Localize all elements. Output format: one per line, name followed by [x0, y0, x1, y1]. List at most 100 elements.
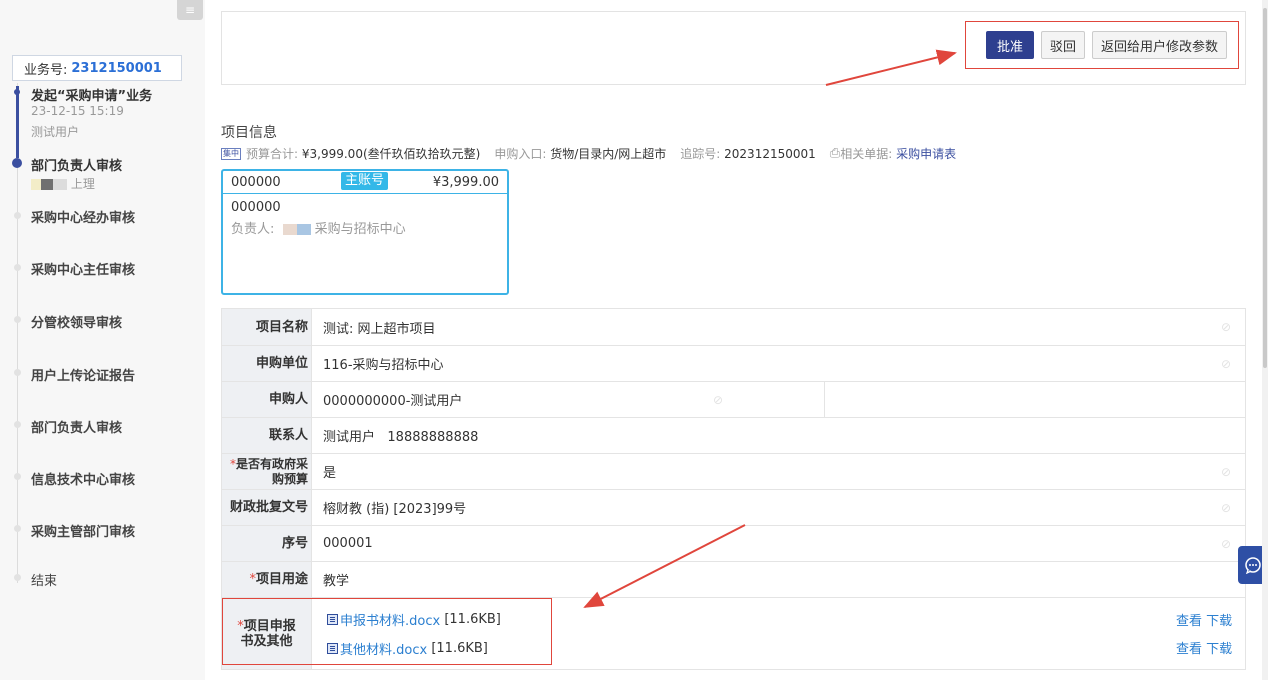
view-link[interactable]: 查看 [1176, 642, 1202, 657]
divider [824, 382, 825, 417]
step-title-end: 结束 [31, 574, 58, 589]
centralized-tag: 集中 [221, 147, 241, 160]
step-dot [14, 212, 21, 219]
account-amount: ¥3,999.00 [432, 174, 499, 190]
row-applicant: 申购人 0000000000-测试用户 ⊘ [221, 382, 1246, 418]
sidebar: ≡ 业务号: 2312150001 发起“采购申请”业务 23-12-15 15… [0, 0, 205, 680]
disabled-icon: ⊘ [1220, 500, 1231, 515]
business-number-box: 业务号: 2312150001 [12, 55, 182, 81]
serial-label: 序号 [222, 526, 312, 561]
usage-label: *项目用途 [222, 562, 312, 597]
usage-label-text: 项目用途 [255, 572, 308, 587]
print-icon: ⎙ [829, 146, 841, 161]
entry-value: 货物/目录内/网上超市 [550, 147, 667, 161]
trace-label: 追踪号: [680, 147, 721, 161]
account-card-body: 000000 负责人: 采购与招标中心 [223, 194, 507, 243]
row-project-name: 项目名称 测试: 网上超市项目 ⊘ [221, 308, 1246, 346]
disabled-icon: ⊘ [712, 392, 723, 407]
step-user-current: 上理 [31, 175, 95, 192]
row-usage: *项目用途 教学 [221, 562, 1246, 598]
approval-label: 财政批复文号 [222, 490, 312, 525]
step-title: 采购中心主任审核 [31, 263, 136, 278]
project-name-label: 项目名称 [222, 309, 312, 345]
applicant-field: 0000000000-测试用户 ⊘ [312, 382, 1245, 417]
scrollbar-thumb[interactable] [1263, 8, 1267, 368]
step-dot [14, 421, 21, 428]
download-link[interactable]: 下载 [1206, 614, 1232, 629]
download-link[interactable]: 下载 [1206, 642, 1232, 657]
related-link[interactable]: 采购申请表 [896, 145, 956, 162]
project-meta: 集中 预算合计: ¥3,999.00(叁仟玖佰玖拾玖元整) 申购入口: 货物/目… [221, 145, 956, 162]
serial-value: 000001 [323, 536, 373, 551]
step-dot [14, 316, 21, 323]
row-serial: 序号 000001 ⊘ [221, 526, 1246, 562]
step-time: 23-12-15 15:19 [31, 104, 124, 118]
budget-label: 预算合计: [246, 147, 299, 161]
step-title: 采购主管部门审核 [31, 525, 136, 540]
disabled-icon: ⊘ [1220, 320, 1231, 334]
usage-field[interactable]: 教学 [312, 562, 1245, 597]
reject-button[interactable]: 驳回 [1041, 31, 1086, 59]
step-title: 信息技术中心审核 [31, 473, 136, 488]
sidebar-collapse-icon[interactable]: ≡ [177, 0, 203, 20]
applicant-value: 0000000000-测试用户 [323, 394, 463, 409]
applicant-label: 申购人 [222, 382, 312, 417]
business-number-label: 业务号: [24, 62, 68, 78]
step-dot [14, 264, 21, 271]
view-link[interactable]: 查看 [1176, 614, 1202, 629]
step-dot [14, 473, 21, 480]
account-code: 000000 [231, 174, 281, 190]
project-name-field: 测试: 网上超市项目 ⊘ [312, 309, 1245, 345]
usage-value: 教学 [323, 574, 350, 589]
chat-bubble-icon [1245, 557, 1261, 574]
row-gov-budget: *是否有政府采购预算 是 ⊘ [221, 454, 1246, 490]
related-label: 相关单据: [840, 147, 893, 161]
trace-value: 202312150001 [724, 146, 816, 161]
unit-label: 申购单位 [222, 346, 312, 381]
owner-label: 负责人: [231, 222, 275, 237]
step-user: 测试用户 [31, 125, 80, 139]
step-dot [14, 369, 21, 376]
project-name-value: 测试: 网上超市项目 [323, 321, 436, 337]
account-card-header: 000000 主账号 ¥3,999.00 [223, 171, 507, 194]
step-title-start: 发起“采购申请”业务 [31, 89, 153, 104]
timeline-progress [16, 86, 19, 158]
gov-budget-label-text: 是否有政府采购预算 [235, 456, 308, 486]
serial-field: 000001 ⊘ [312, 526, 1245, 561]
disabled-icon: ⊘ [1220, 536, 1231, 551]
gov-budget-value: 是 [323, 466, 337, 481]
main-account-badge: 主账号 [341, 172, 389, 190]
file-actions: 查看 下载 [1176, 638, 1232, 657]
row-approval: 财政批复文号 榕财教 (指) [2023]99号 ⊘ [221, 490, 1246, 526]
budget-value: ¥3,999.00(叁仟玖佰玖拾玖元整) [301, 147, 481, 161]
disabled-icon: ⊘ [1220, 356, 1231, 371]
contact-label: 联系人 [222, 418, 312, 453]
row-unit: 申购单位 116-采购与招标中心 ⊘ [221, 346, 1246, 382]
contact-field: 测试用户 18888888888 [312, 418, 1245, 453]
account-card[interactable]: 000000 主账号 ¥3,999.00 000000 负责人: 采购与招标中心 [221, 169, 509, 295]
approve-button[interactable]: 批准 [986, 31, 1035, 59]
step-title: 分管校领导审核 [31, 316, 123, 331]
unit-value: 116-采购与招标中心 [323, 358, 444, 373]
step-dot [14, 574, 21, 581]
business-number: 2312150001 [71, 60, 162, 76]
owner-dept: 采购与招标中心 [314, 222, 406, 237]
entry-label: 申购入口: [494, 147, 547, 161]
documents-highlight [222, 598, 552, 665]
section-title: 项目信息 [221, 125, 277, 141]
disabled-icon: ⊘ [1220, 464, 1231, 479]
approval-value: 榕财教 (指) [2023]99号 [323, 502, 467, 517]
account-code-2: 000000 [231, 200, 281, 215]
approval-field: 榕财教 (指) [2023]99号 ⊘ [312, 490, 1245, 525]
contact-value: 测试用户 18888888888 [323, 430, 479, 445]
gov-budget-field: 是 ⊘ [312, 454, 1245, 489]
step-title: 采购中心经办审核 [31, 211, 136, 226]
row-contact: 联系人 测试用户 18888888888 [221, 418, 1246, 454]
step-title: 部门负责人审核 [31, 421, 123, 436]
account-owner: 负责人: 采购与招标中心 [231, 218, 499, 237]
file-actions: 查看 下载 [1176, 610, 1232, 629]
action-buttons-highlight: 批准 驳回 返回给用户修改参数 [965, 21, 1239, 69]
step-title-dept-head: 部门负责人审核 [31, 159, 123, 174]
return-to-user-button[interactable]: 返回给用户修改参数 [1092, 31, 1228, 59]
step-dot-done [14, 89, 20, 95]
